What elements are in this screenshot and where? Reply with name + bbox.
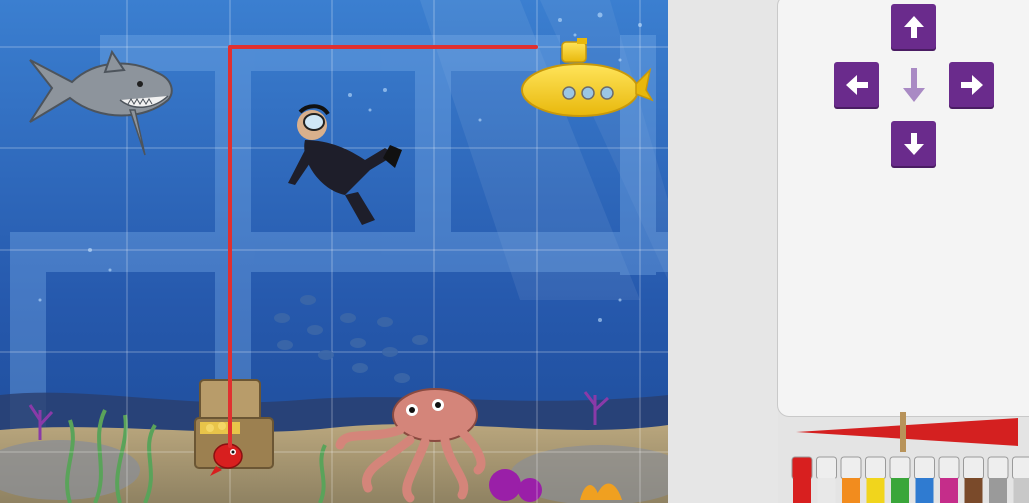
selected-pen-tip bbox=[796, 418, 1018, 446]
up-arrow-button[interactable] bbox=[891, 4, 936, 49]
pen-marker[interactable] bbox=[889, 456, 911, 503]
pencil-stick bbox=[900, 412, 906, 452]
pen-marker[interactable] bbox=[791, 456, 813, 503]
pen-marker[interactable] bbox=[1012, 456, 1029, 503]
pen-marker[interactable] bbox=[987, 456, 1009, 503]
pen-marker[interactable] bbox=[914, 456, 935, 503]
pen-tray bbox=[791, 412, 1029, 503]
pen-marker[interactable] bbox=[938, 456, 960, 503]
ocean-scene bbox=[0, 0, 668, 503]
arrow-down-icon bbox=[903, 132, 924, 155]
game-board[interactable] bbox=[0, 0, 668, 503]
divider-gap bbox=[668, 0, 778, 503]
arrow-right-icon bbox=[960, 74, 983, 95]
pen-marker[interactable] bbox=[865, 456, 886, 503]
down-arrow-button[interactable] bbox=[891, 121, 936, 166]
pen-marker[interactable] bbox=[963, 456, 984, 503]
right-arrow-button[interactable] bbox=[949, 62, 994, 107]
pen-marker[interactable] bbox=[816, 456, 837, 503]
current-direction-icon bbox=[903, 68, 925, 102]
left-arrow-button[interactable] bbox=[834, 62, 879, 107]
arrow-up-icon bbox=[903, 15, 924, 38]
arrow-left-icon bbox=[845, 74, 868, 95]
pen-marker[interactable] bbox=[840, 456, 862, 503]
